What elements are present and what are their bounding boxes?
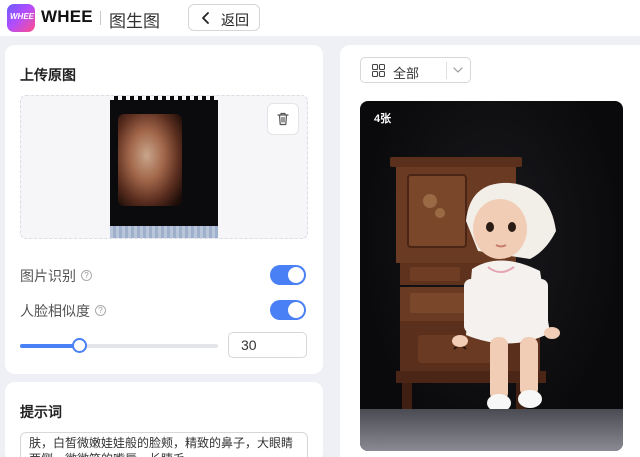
question-icon[interactable]: ? [95, 305, 106, 316]
back-button-label: 返回 [221, 12, 249, 28]
image-count-badge: 4张 [374, 113, 392, 125]
similarity-slider[interactable] [20, 338, 218, 353]
filter-label: 全部 [393, 66, 420, 81]
face-similarity-label: 人脸相似度 [20, 303, 90, 319]
top-bar: WHEE WHEE 图生图 返回 [0, 0, 640, 36]
generated-image-art [390, 157, 560, 413]
similarity-value-input[interactable]: 30 [228, 332, 307, 358]
logo-text: WHEE [10, 12, 34, 21]
grid-icon [372, 64, 385, 77]
face-similarity-toggle[interactable] [270, 300, 306, 320]
uploaded-image-thumbnail [110, 96, 218, 238]
upload-dropzone[interactable] [20, 95, 308, 239]
trash-icon [277, 112, 289, 126]
image-floor [360, 409, 623, 451]
page-title: 图生图 [109, 12, 160, 31]
image-recognition-label: 图片识别 [20, 268, 76, 284]
slider-fill [20, 344, 80, 348]
prompt-title: 提示词 [20, 404, 62, 420]
upload-panel: 上传原图 图片识别 ? 人脸相似度 ? [5, 45, 323, 374]
upload-title: 上传原图 [20, 67, 76, 83]
prompt-textarea[interactable]: 肤，白皙微嫩娃娃般的脸颊，精致的鼻子，大眼睛两侧，微微笑的嘴唇，长睫毛 [20, 432, 308, 457]
image-recognition-toggle[interactable] [270, 265, 306, 285]
question-icon[interactable]: ? [81, 270, 92, 281]
results-panel: 全部 4张 [340, 45, 640, 457]
prompt-panel: 提示词 肤，白皙微嫩娃娃般的脸颊，精致的鼻子，大眼睛两侧，微微笑的嘴唇，长睫毛 [5, 382, 323, 457]
delete-image-button[interactable] [267, 103, 299, 135]
header-divider [100, 11, 101, 25]
generated-image[interactable]: 4张 [360, 101, 623, 451]
chevron-left-icon [202, 12, 209, 24]
brand-name: WHEE [41, 7, 93, 26]
chevron-down-icon [453, 67, 463, 73]
back-button[interactable]: 返回 [188, 4, 260, 31]
whee-logo[interactable]: WHEE [7, 4, 35, 32]
filter-dropdown[interactable]: 全部 [360, 57, 471, 83]
